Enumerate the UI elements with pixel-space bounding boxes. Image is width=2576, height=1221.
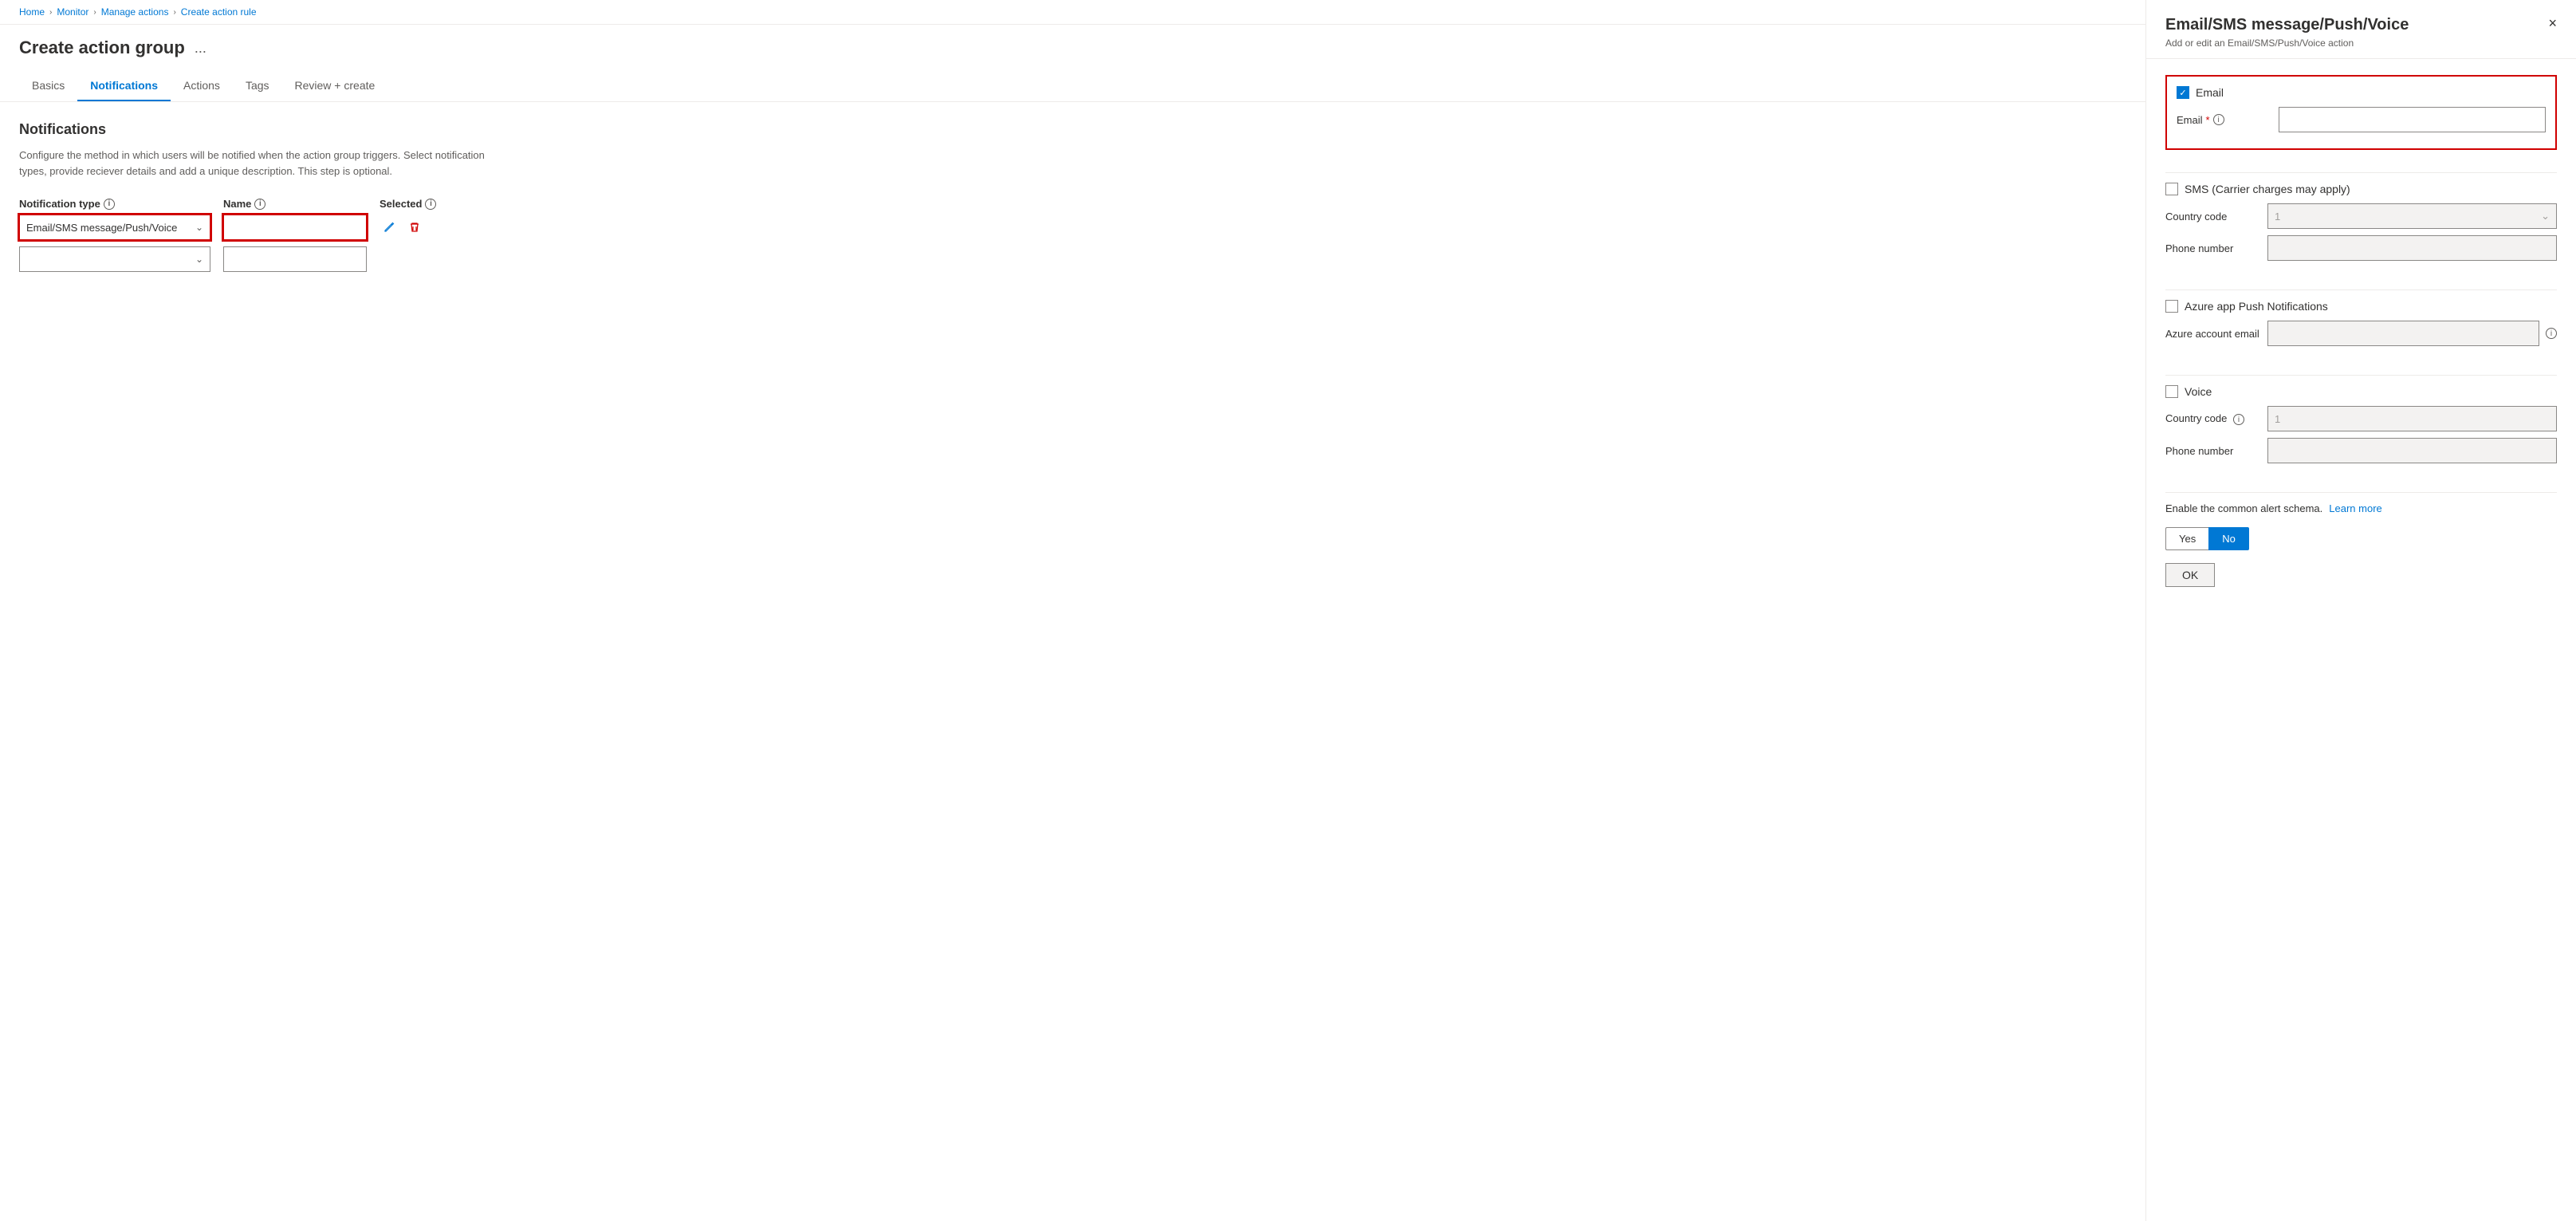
push-section: Azure app Push Notifications Azure accou… <box>2165 300 2557 353</box>
chevron-down-icon: ⌄ <box>2541 210 2550 223</box>
divider-4 <box>2165 492 2557 493</box>
tab-actions[interactable]: Actions <box>171 71 233 101</box>
email-field-info-icon[interactable]: i <box>2213 114 2224 125</box>
breadcrumb-manage-actions[interactable]: Manage actions <box>101 6 169 18</box>
name-input-1[interactable] <box>223 215 367 240</box>
right-panel-content: Email Email * i SMS (Carrier charges may… <box>2146 59 2576 603</box>
azure-email-label: Azure account email <box>2165 328 2261 340</box>
col-header-name: Name i <box>223 198 367 210</box>
chevron-down-icon: ⌄ <box>195 222 203 233</box>
email-checkbox[interactable] <box>2177 86 2189 99</box>
sms-label: SMS (Carrier charges may apply) <box>2185 183 2350 195</box>
tab-notifications[interactable]: Notifications <box>77 71 171 101</box>
right-panel: Email/SMS message/Push/Voice Add or edit… <box>2145 0 2576 1221</box>
sms-checkbox-row: SMS (Carrier charges may apply) <box>2165 183 2557 195</box>
toggle-yes-button[interactable]: Yes <box>2165 527 2208 550</box>
right-panel-subtitle: Add or edit an Email/SMS/Push/Voice acti… <box>2165 37 2409 49</box>
right-panel-title: Email/SMS message/Push/Voice <box>2165 16 2409 34</box>
email-section: Email Email * i <box>2165 75 2557 150</box>
breadcrumb-monitor[interactable]: Monitor <box>57 6 88 18</box>
divider-2 <box>2165 289 2557 290</box>
schema-row: Enable the common alert schema. Learn mo… <box>2165 502 2557 514</box>
email-field-label: Email * i <box>2177 114 2272 126</box>
voice-phone-label: Phone number <box>2165 445 2261 457</box>
sms-checkbox[interactable] <box>2165 183 2178 195</box>
table-row: ⌄ <box>19 246 2126 272</box>
required-star: * <box>2206 114 2210 126</box>
voice-checkbox[interactable] <box>2165 385 2178 398</box>
breadcrumb: Home › Monitor › Manage actions › Create… <box>0 0 2145 25</box>
content-area: Notifications Configure the method in wh… <box>0 102 2145 1221</box>
schema-label: Enable the common alert schema. <box>2165 502 2322 514</box>
push-label: Azure app Push Notifications <box>2185 300 2328 313</box>
voice-section: Voice Country code i Phone number <box>2165 385 2557 470</box>
notification-type-select-1[interactable]: Email/SMS message/Push/Voice ⌄ <box>19 215 210 240</box>
notification-type-select-2[interactable]: ⌄ <box>19 246 210 272</box>
voice-country-code-input <box>2267 406 2557 431</box>
voice-checkbox-row: Voice <box>2165 385 2557 398</box>
page-header: Create action group ... <box>0 25 2145 58</box>
voice-country-info-icon[interactable]: i <box>2233 414 2244 425</box>
tab-review-create[interactable]: Review + create <box>282 71 388 101</box>
notification-type-info-icon[interactable]: i <box>104 199 115 210</box>
edit-button-1[interactable] <box>380 218 399 237</box>
delete-button-1[interactable] <box>405 218 424 237</box>
table-row: Email/SMS message/Push/Voice ⌄ <box>19 215 2126 240</box>
email-input[interactable] <box>2279 107 2546 132</box>
notification-type-value-1: Email/SMS message/Push/Voice <box>26 222 177 234</box>
learn-more-link[interactable]: Learn more <box>2329 502 2381 514</box>
close-button[interactable]: × <box>2548 16 2557 30</box>
sms-phone-input <box>2267 235 2557 261</box>
selected-info-icon[interactable]: i <box>425 199 436 210</box>
voice-country-code-label: Country code i <box>2165 412 2261 426</box>
sms-section: SMS (Carrier charges may apply) Country … <box>2165 183 2557 267</box>
tab-tags[interactable]: Tags <box>233 71 282 101</box>
section-title: Notifications <box>19 121 2126 138</box>
divider-1 <box>2165 172 2557 173</box>
chevron-down-icon: ⌄ <box>195 254 203 265</box>
tab-basics[interactable]: Basics <box>19 71 77 101</box>
col-header-selected: Selected i <box>380 198 475 210</box>
voice-label: Voice <box>2185 385 2212 398</box>
name-input-2[interactable] <box>223 246 367 272</box>
sms-country-code-label: Country code <box>2165 211 2261 223</box>
sms-country-code-select: 1 ⌄ <box>2267 203 2557 229</box>
more-options-button[interactable]: ... <box>195 40 206 57</box>
row-actions-1 <box>380 218 424 237</box>
sms-phone-label: Phone number <box>2165 242 2261 254</box>
col-header-notification-type: Notification type i <box>19 198 210 210</box>
table-header: Notification type i Name i Selected i <box>19 198 2126 210</box>
name-info-icon[interactable]: i <box>254 199 265 210</box>
breadcrumb-create-action-rule[interactable]: Create action rule <box>181 6 257 18</box>
right-panel-header: Email/SMS message/Push/Voice Add or edit… <box>2146 0 2576 59</box>
azure-email-input <box>2267 321 2539 346</box>
divider-3 <box>2165 375 2557 376</box>
toggle-group: Yes No <box>2165 527 2557 550</box>
breadcrumb-home[interactable]: Home <box>19 6 45 18</box>
tab-bar: Basics Notifications Actions Tags Review… <box>0 71 2145 102</box>
email-checkbox-row: Email <box>2177 86 2546 99</box>
page-title: Create action group <box>19 37 185 58</box>
push-info-icon[interactable]: i <box>2546 328 2557 339</box>
push-checkbox[interactable] <box>2165 300 2178 313</box>
email-label: Email <box>2196 86 2224 99</box>
voice-phone-input <box>2267 438 2557 463</box>
toggle-no-button[interactable]: No <box>2208 527 2249 550</box>
ok-button[interactable]: OK <box>2165 563 2215 587</box>
section-description: Configure the method in which users will… <box>19 148 513 179</box>
push-checkbox-row: Azure app Push Notifications <box>2165 300 2557 313</box>
